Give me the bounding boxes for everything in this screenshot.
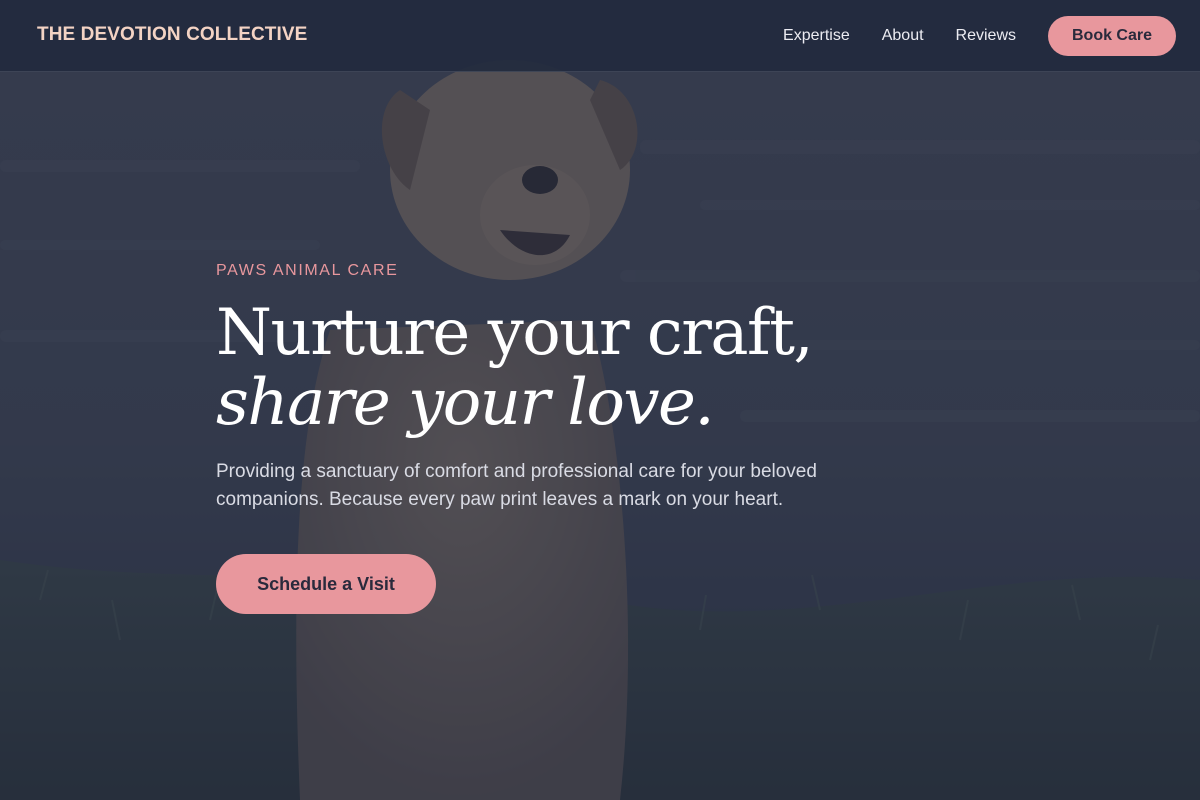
nav-link-reviews[interactable]: Reviews [956,27,1016,45]
schedule-visit-button[interactable]: Schedule a Visit [216,554,436,614]
hero-section: PAWS ANIMAL CARE Nurture your craft, sha… [216,260,936,614]
nav-link-about[interactable]: About [882,27,924,45]
hero-headline-line1: Nurture your craft, [216,296,814,370]
main-nav: Expertise About Reviews Book Care [783,16,1176,56]
nav-link-expertise[interactable]: Expertise [783,27,850,45]
hero-description: Providing a sanctuary of comfort and pro… [216,461,817,510]
hero-headline: Nurture your craft, share your love. [216,298,936,438]
landing-page: THE DEVOTION COLLECTIVE Expertise About … [0,0,1200,800]
hero-headline-line2: share your love. [216,366,715,440]
site-logo[interactable]: THE DEVOTION COLLECTIVE [37,24,307,46]
site-header: THE DEVOTION COLLECTIVE Expertise About … [0,0,1200,72]
book-care-button[interactable]: Book Care [1048,16,1176,56]
hero-eyebrow: PAWS ANIMAL CARE [216,262,399,279]
